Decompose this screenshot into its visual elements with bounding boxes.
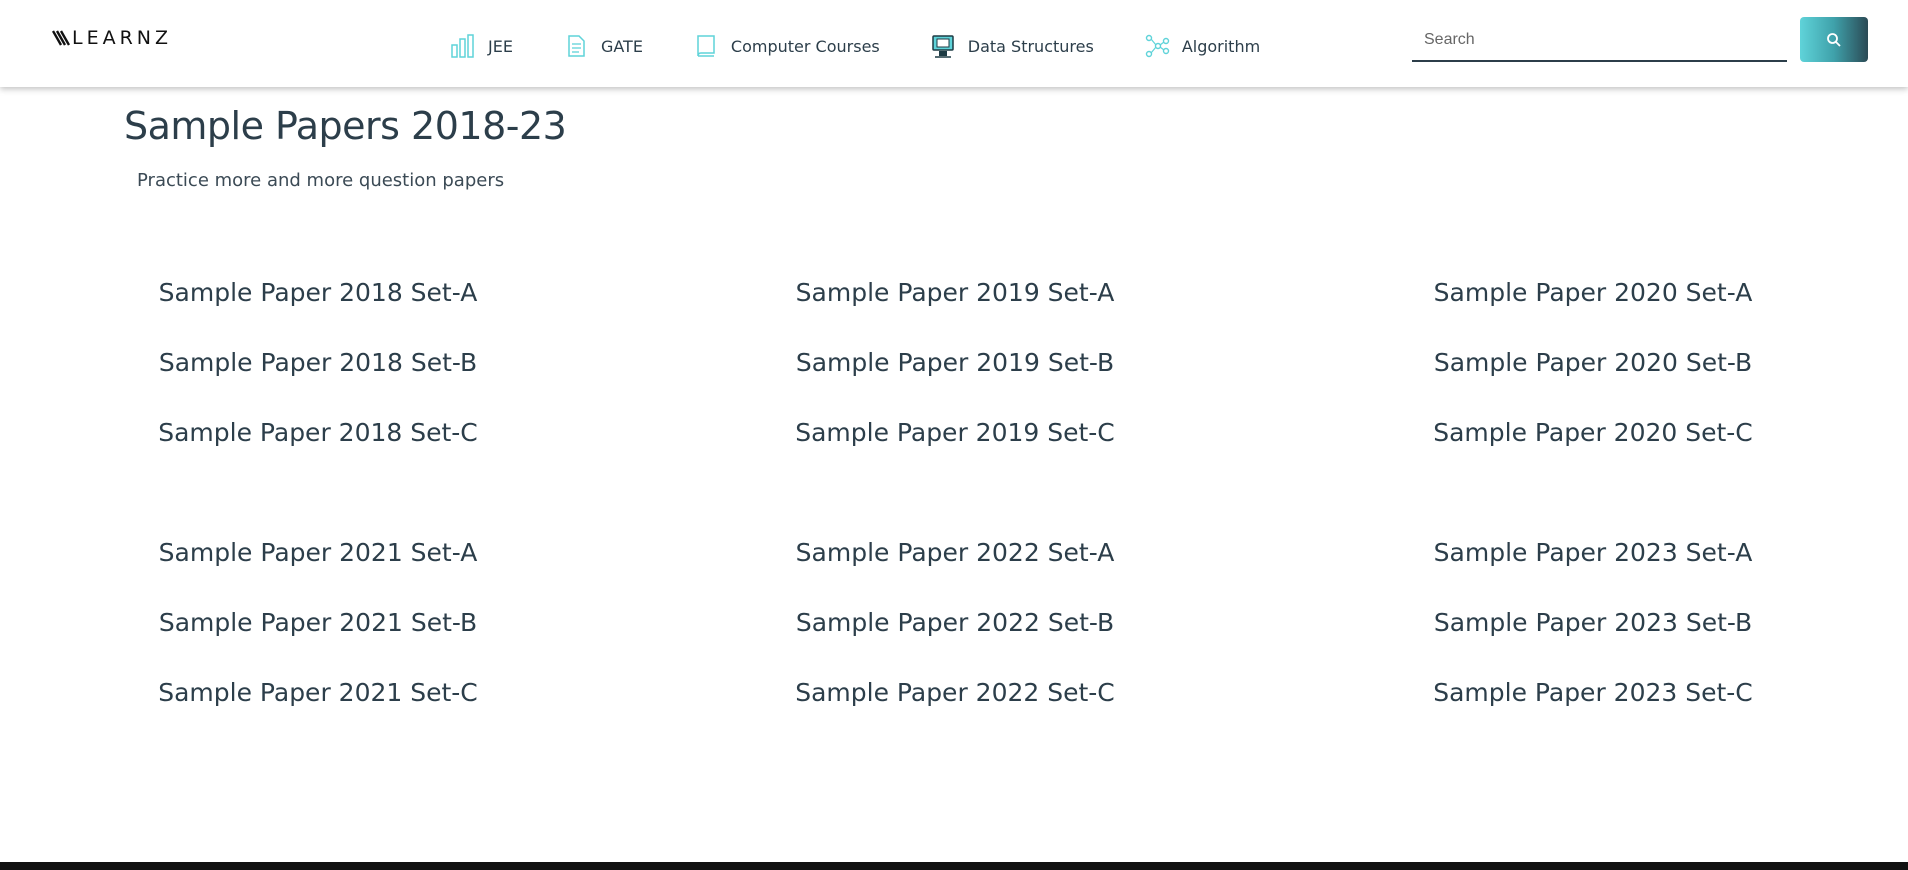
paper-link-2019-set-b[interactable]: Sample Paper 2019 Set-B [796,348,1114,377]
paper-link-2022-set-a[interactable]: Sample Paper 2022 Set-A [796,538,1115,567]
search-icon [1827,32,1841,47]
paper-link-2023-set-b[interactable]: Sample Paper 2023 Set-B [1434,608,1752,637]
logo-icon [52,30,70,46]
paper-link-2023-set-c[interactable]: Sample Paper 2023 Set-C [1433,678,1753,707]
nav-item-algorithm[interactable]: Algorithm [1144,33,1260,59]
paper-link-2019-set-a[interactable]: Sample Paper 2019 Set-A [796,278,1115,307]
paper-link-2022-set-b[interactable]: Sample Paper 2022 Set-B [796,608,1114,637]
search-box [1412,22,1787,62]
paper-link-2021-set-c[interactable]: Sample Paper 2021 Set-C [158,678,478,707]
nav-label-algorithm: Algorithm [1181,36,1261,56]
paper-link-2020-set-c[interactable]: Sample Paper 2020 Set-C [1433,418,1753,447]
paper-link-2018-set-c[interactable]: Sample Paper 2018 Set-C [158,418,478,447]
paper-link-2022-set-c[interactable]: Sample Paper 2022 Set-C [795,678,1115,707]
page-subtitle: Practice more and more question papers [137,170,505,191]
flowchart-icon [1145,34,1170,58]
paper-link-2023-set-a[interactable]: Sample Paper 2023 Set-A [1434,538,1753,567]
nav-item-jee[interactable]: JEE [450,33,513,59]
computer-icon [932,35,954,58]
paper-link-2020-set-a[interactable]: Sample Paper 2020 Set-A [1434,278,1753,307]
top-navbar: LEARNZ JEE GATE Computer Courses Data St… [0,0,1908,87]
brand-logo[interactable]: LEARNZ [52,26,172,50]
nav-item-gate[interactable]: GATE [563,33,643,59]
paper-link-2020-set-b[interactable]: Sample Paper 2020 Set-B [1434,348,1752,377]
paper-link-2021-set-b[interactable]: Sample Paper 2021 Set-B [159,608,477,637]
nav-label-computer-courses: Computer Courses [730,36,880,56]
nav-item-computer-courses[interactable]: Computer Courses [693,33,880,59]
footer-bar [0,862,1908,870]
book-icon [697,35,715,57]
nav-label-gate: GATE [600,36,643,56]
paper-link-2019-set-c[interactable]: Sample Paper 2019 Set-C [795,418,1115,447]
nav-item-data-structures[interactable]: Data Structures [930,33,1094,59]
logo-text: LEARNZ [72,27,173,49]
nav-label-jee: JEE [488,36,513,56]
page-title: Sample Papers 2018-23 [124,104,567,148]
paper-link-2021-set-a[interactable]: Sample Paper 2021 Set-A [159,538,478,567]
search-button[interactable] [1800,17,1868,62]
nav-label-data-structures: Data Structures [967,36,1094,56]
document-icon [568,35,585,57]
search-input[interactable] [1412,22,1787,58]
paper-link-2018-set-b[interactable]: Sample Paper 2018 Set-B [159,348,477,377]
bar-chart-icon [451,34,474,58]
paper-link-2018-set-a[interactable]: Sample Paper 2018 Set-A [159,278,478,307]
main-nav: JEE GATE Computer Courses Data Structure… [450,33,1310,59]
